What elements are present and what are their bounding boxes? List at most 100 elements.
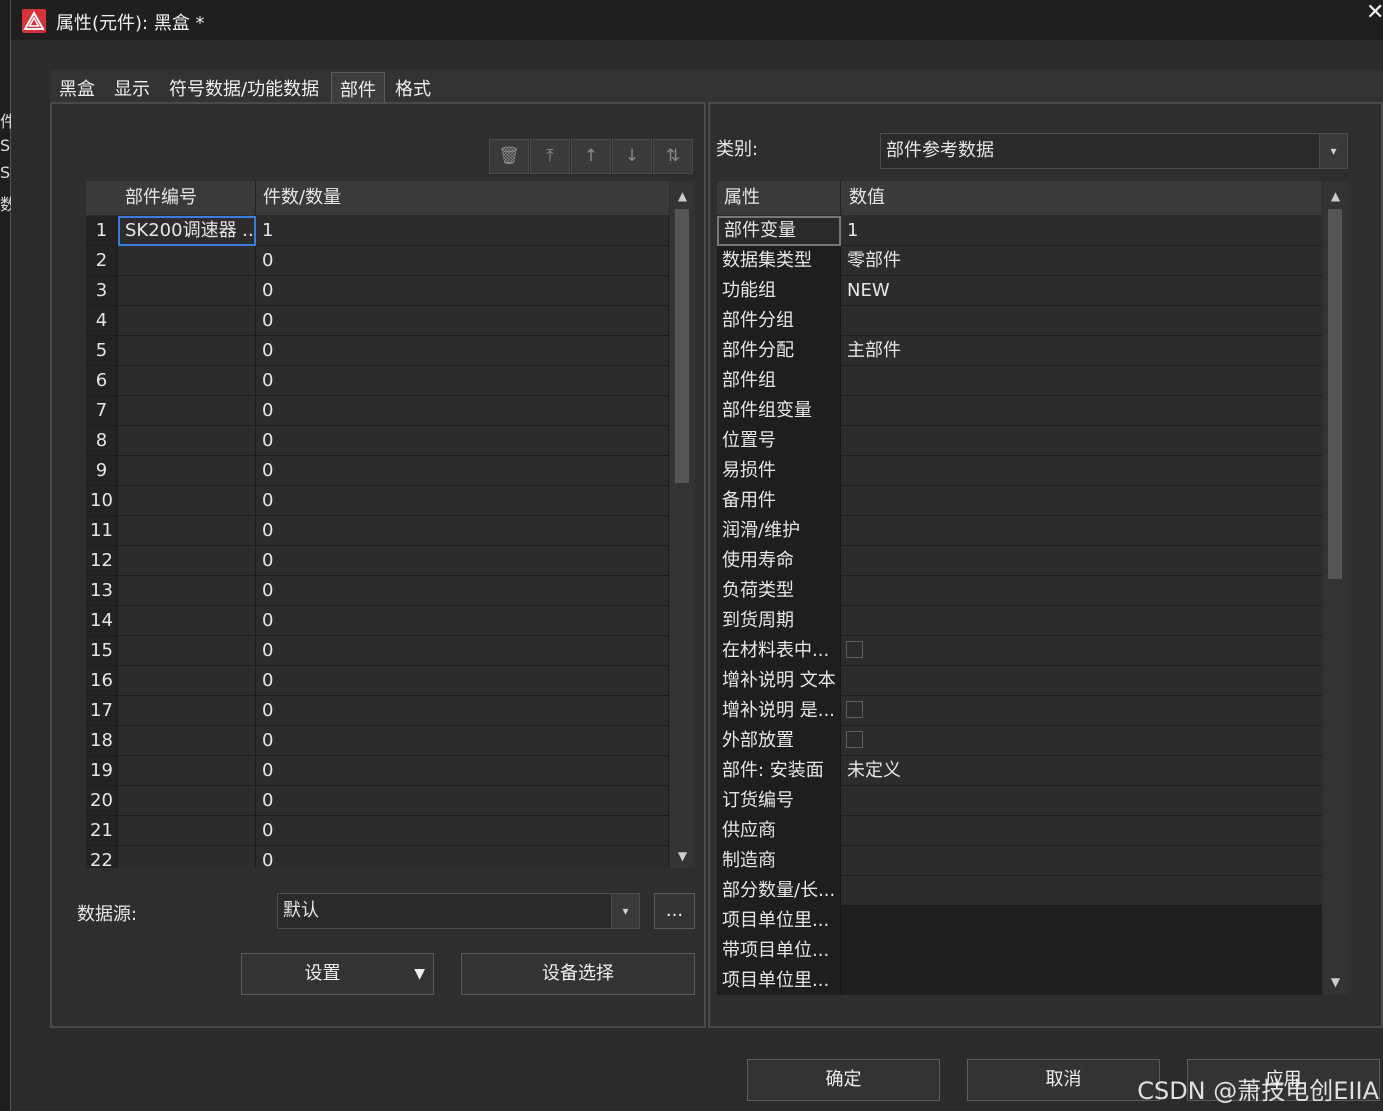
part-number-cell[interactable] [118, 756, 256, 786]
settings-button[interactable]: 设置 ▼ [241, 953, 434, 995]
part-number-cell[interactable] [118, 396, 256, 426]
row-number[interactable]: 19 [86, 756, 118, 786]
quantity-cell[interactable]: 0 [256, 396, 669, 426]
property-value[interactable] [841, 846, 1322, 876]
quantity-cell[interactable]: 0 [256, 306, 669, 336]
scroll-thumb[interactable] [1328, 209, 1342, 579]
part-number-cell[interactable] [118, 636, 256, 666]
row-number[interactable]: 12 [86, 546, 118, 576]
row-number[interactable]: 17 [86, 696, 118, 726]
property-value[interactable] [841, 816, 1322, 846]
device-select-button[interactable]: 设备选择 [461, 953, 695, 995]
part-number-cell[interactable]: SK200调速器 ... [118, 216, 256, 246]
part-number-cell[interactable] [118, 486, 256, 516]
quantity-cell[interactable]: 0 [256, 696, 669, 726]
properties-scrollbar[interactable]: ▲ ▼ [1323, 181, 1348, 995]
quantity-cell[interactable]: 0 [256, 276, 669, 306]
property-value[interactable] [841, 936, 1322, 966]
scroll-down-arrow-icon[interactable]: ▼ [1323, 971, 1348, 993]
property-name[interactable]: 备用件 [717, 486, 841, 516]
part-number-cell[interactable] [118, 666, 256, 696]
row-number[interactable]: 14 [86, 606, 118, 636]
move-up-icon[interactable]: ↑ [571, 139, 611, 174]
scroll-thumb[interactable] [675, 209, 689, 483]
row-number[interactable]: 10 [86, 486, 118, 516]
quantity-cell[interactable]: 0 [256, 426, 669, 456]
property-value[interactable]: 1 [841, 216, 1322, 246]
property-value[interactable] [841, 906, 1322, 936]
swap-icon[interactable]: ⇅ [653, 139, 693, 174]
property-name[interactable]: 带项目单位... [717, 936, 841, 966]
property-value-checkbox-cell[interactable] [841, 636, 1322, 666]
property-name[interactable]: 项目单位里... [717, 906, 841, 936]
property-name[interactable]: 到货周期 [717, 606, 841, 636]
part-number-cell[interactable] [118, 516, 256, 546]
part-number-cell[interactable] [118, 426, 256, 456]
row-number[interactable]: 11 [86, 516, 118, 546]
property-value[interactable] [841, 516, 1322, 546]
property-name[interactable]: 部分数量/长... [717, 876, 841, 906]
quantity-cell[interactable]: 0 [256, 636, 669, 666]
part-number-cell[interactable] [118, 336, 256, 366]
property-name[interactable]: 部件组变量 [717, 396, 841, 426]
quantity-cell[interactable]: 0 [256, 456, 669, 486]
property-name[interactable]: 订货编号 [717, 786, 841, 816]
row-number[interactable]: 21 [86, 816, 118, 846]
property-value[interactable] [841, 546, 1322, 576]
scroll-up-arrow-icon[interactable]: ▲ [670, 185, 695, 207]
part-number-cell[interactable] [118, 366, 256, 396]
property-name[interactable]: 部件变量 [717, 216, 841, 246]
property-value[interactable] [841, 396, 1322, 426]
move-down-icon[interactable]: ↓ [612, 139, 652, 174]
property-value[interactable]: 主部件 [841, 336, 1322, 366]
part-number-cell[interactable] [118, 306, 256, 336]
quantity-cell[interactable]: 0 [256, 546, 669, 576]
tab-format[interactable]: 格式 [387, 72, 439, 102]
row-number[interactable]: 16 [86, 666, 118, 696]
property-value[interactable]: 零部件 [841, 246, 1322, 276]
property-name[interactable]: 外部放置 [717, 726, 841, 756]
property-name[interactable]: 功能组 [717, 276, 841, 306]
tab-parts[interactable]: 部件 [331, 72, 385, 102]
part-number-cell[interactable] [118, 696, 256, 726]
tab-symbol-data[interactable]: 符号数据/功能数据 [161, 72, 327, 102]
property-name[interactable]: 部件组 [717, 366, 841, 396]
property-name[interactable]: 制造商 [717, 846, 841, 876]
scroll-up-arrow-icon[interactable]: ▲ [1323, 185, 1348, 207]
quantity-cell[interactable]: 0 [256, 756, 669, 786]
scroll-down-arrow-icon[interactable]: ▼ [670, 845, 695, 867]
trash-icon[interactable]: 🗑 [489, 139, 529, 174]
property-value[interactable] [841, 426, 1322, 456]
grid-corner[interactable] [86, 181, 118, 215]
row-number[interactable]: 18 [86, 726, 118, 756]
property-value[interactable] [841, 606, 1322, 636]
property-name[interactable]: 使用寿命 [717, 546, 841, 576]
quantity-cell[interactable]: 0 [256, 846, 669, 868]
property-name[interactable]: 在材料表中... [717, 636, 841, 666]
quantity-cell[interactable]: 0 [256, 666, 669, 696]
property-name[interactable]: 负荷类型 [717, 576, 841, 606]
property-name[interactable]: 部件分配 [717, 336, 841, 366]
quantity-cell[interactable]: 1 [256, 216, 669, 246]
property-name[interactable]: 增补说明 是... [717, 696, 841, 726]
part-number-cell[interactable] [118, 546, 256, 576]
property-value[interactable] [841, 306, 1322, 336]
tab-display[interactable]: 显示 [106, 72, 158, 102]
part-number-cell[interactable] [118, 456, 256, 486]
part-number-cell[interactable] [118, 246, 256, 276]
row-number[interactable]: 20 [86, 786, 118, 816]
property-name[interactable]: 润滑/维护 [717, 516, 841, 546]
part-number-cell[interactable] [118, 726, 256, 756]
quantity-cell[interactable]: 0 [256, 606, 669, 636]
move-top-icon[interactable]: ⤒ [530, 139, 570, 174]
quantity-cell[interactable]: 0 [256, 786, 669, 816]
column-header-value[interactable]: 数值 [841, 181, 1322, 215]
row-number[interactable]: 9 [86, 456, 118, 486]
property-value[interactable] [841, 876, 1322, 906]
cancel-button[interactable]: 取消 [967, 1059, 1160, 1101]
property-value[interactable] [841, 966, 1322, 995]
part-number-cell[interactable] [118, 606, 256, 636]
row-number[interactable]: 15 [86, 636, 118, 666]
column-header-property[interactable]: 属性 [717, 181, 841, 215]
property-value[interactable] [841, 486, 1322, 516]
